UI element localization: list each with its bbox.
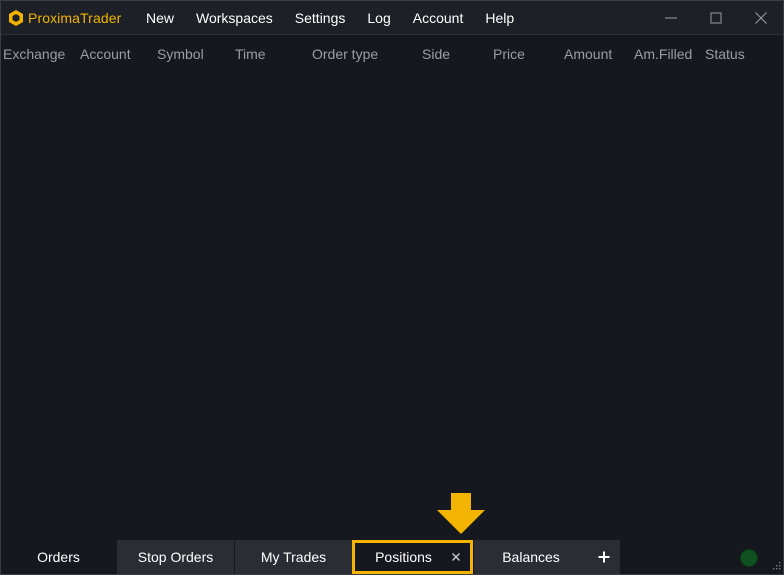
tab-positions[interactable]: Positions xyxy=(352,540,473,574)
column-order-type[interactable]: Order type xyxy=(312,46,378,62)
column-status[interactable]: Status xyxy=(705,46,745,62)
add-tab-button[interactable] xyxy=(588,540,620,574)
minimize-button[interactable] xyxy=(648,1,693,34)
tab-balances[interactable]: Balances xyxy=(473,540,588,574)
plus-icon xyxy=(598,551,610,563)
tab-my-trades[interactable]: My Trades xyxy=(234,540,352,574)
maximize-button[interactable] xyxy=(693,1,738,34)
minimize-icon xyxy=(664,17,677,18)
menu-new[interactable]: New xyxy=(146,10,174,26)
bottom-tab-bar: Orders Stop Orders My Trades Positions B… xyxy=(1,540,783,574)
proxima-logo-icon xyxy=(9,10,23,26)
column-side[interactable]: Side xyxy=(422,46,450,62)
column-symbol[interactable]: Symbol xyxy=(157,46,204,62)
tab-stop-orders[interactable]: Stop Orders xyxy=(116,540,234,574)
tab-orders-label: Orders xyxy=(37,549,80,565)
column-account[interactable]: Account xyxy=(80,46,131,62)
maximize-icon xyxy=(710,12,721,23)
menu-settings[interactable]: Settings xyxy=(295,10,346,26)
resize-grip-icon[interactable] xyxy=(769,560,781,572)
title-bar: ProximaTrader New Workspaces Settings Lo… xyxy=(1,1,783,35)
tab-orders[interactable]: Orders xyxy=(1,540,116,574)
tab-balances-label: Balances xyxy=(502,549,560,565)
menu-log[interactable]: Log xyxy=(367,10,390,26)
main-menu: New Workspaces Settings Log Account Help xyxy=(146,1,536,34)
close-tab-icon[interactable] xyxy=(450,551,462,563)
connection-status-indicator xyxy=(740,549,758,567)
tab-positions-label: Positions xyxy=(375,549,432,565)
app-window: ProximaTrader New Workspaces Settings Lo… xyxy=(0,0,784,575)
orders-table-header: Exchange Account Symbol Time Order type … xyxy=(1,35,783,71)
tab-stop-orders-label: Stop Orders xyxy=(137,549,214,565)
menu-workspaces[interactable]: Workspaces xyxy=(196,10,273,26)
close-icon xyxy=(754,11,767,24)
window-controls xyxy=(648,1,783,34)
app-name: ProximaTrader xyxy=(28,10,122,26)
column-amount[interactable]: Amount xyxy=(564,46,612,62)
column-time[interactable]: Time xyxy=(235,46,266,62)
close-button[interactable] xyxy=(738,1,783,34)
app-logo: ProximaTrader xyxy=(7,8,121,28)
column-price[interactable]: Price xyxy=(493,46,525,62)
menu-help[interactable]: Help xyxy=(485,10,514,26)
column-exchange[interactable]: Exchange xyxy=(3,46,65,62)
down-arrow-icon xyxy=(437,493,485,534)
menu-account[interactable]: Account xyxy=(413,10,464,26)
column-am-filled[interactable]: Am.Filled xyxy=(634,46,692,62)
tab-my-trades-label: My Trades xyxy=(260,549,327,565)
orders-table-body xyxy=(1,71,783,539)
